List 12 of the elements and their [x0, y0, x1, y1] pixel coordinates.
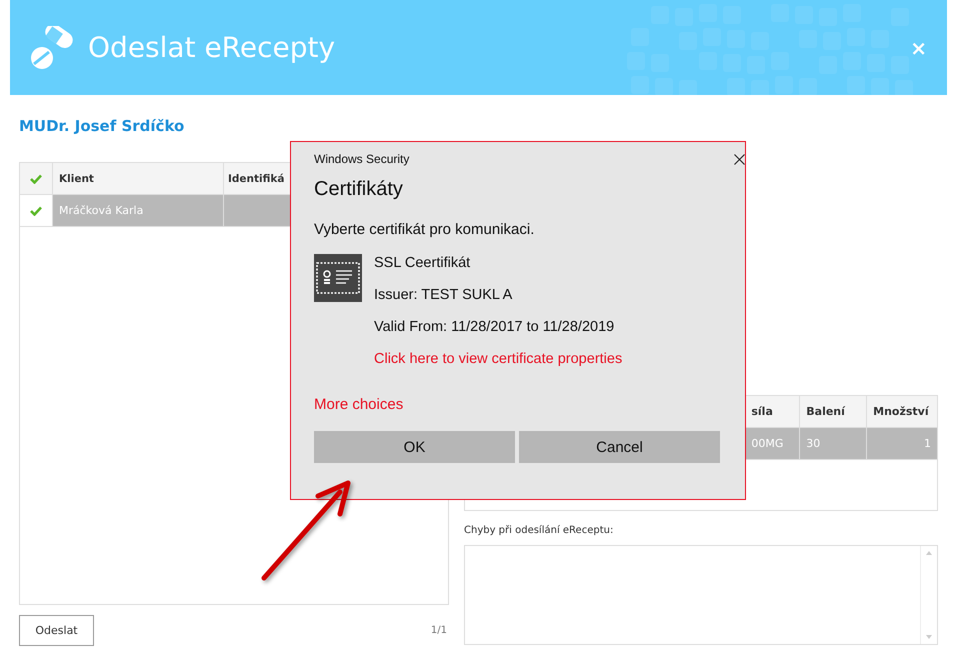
certificate-name: SSL Ceertifikát: [374, 254, 472, 272]
certificate-validity: Valid From: 11/28/2017 to 11/28/2019: [374, 318, 616, 336]
errors-label: Chyby při odesílání eReceptu:: [464, 525, 614, 538]
dialog-caption: Windows Security: [314, 152, 410, 166]
column-header: Klient: [53, 163, 224, 194]
column-header: Množství: [866, 396, 937, 427]
page-indicator: 1/1: [430, 625, 447, 636]
dialog-prompt: Vyberte certifikát pro komunikaci.: [314, 221, 536, 238]
doctor-name: MUDr. Josef Srdíčko: [19, 117, 186, 137]
certificate-issuer: Issuer: TEST SUKL A: [374, 286, 514, 304]
window-title: Odeslat eRecepty: [88, 31, 336, 64]
column-header: Balení: [799, 396, 866, 427]
